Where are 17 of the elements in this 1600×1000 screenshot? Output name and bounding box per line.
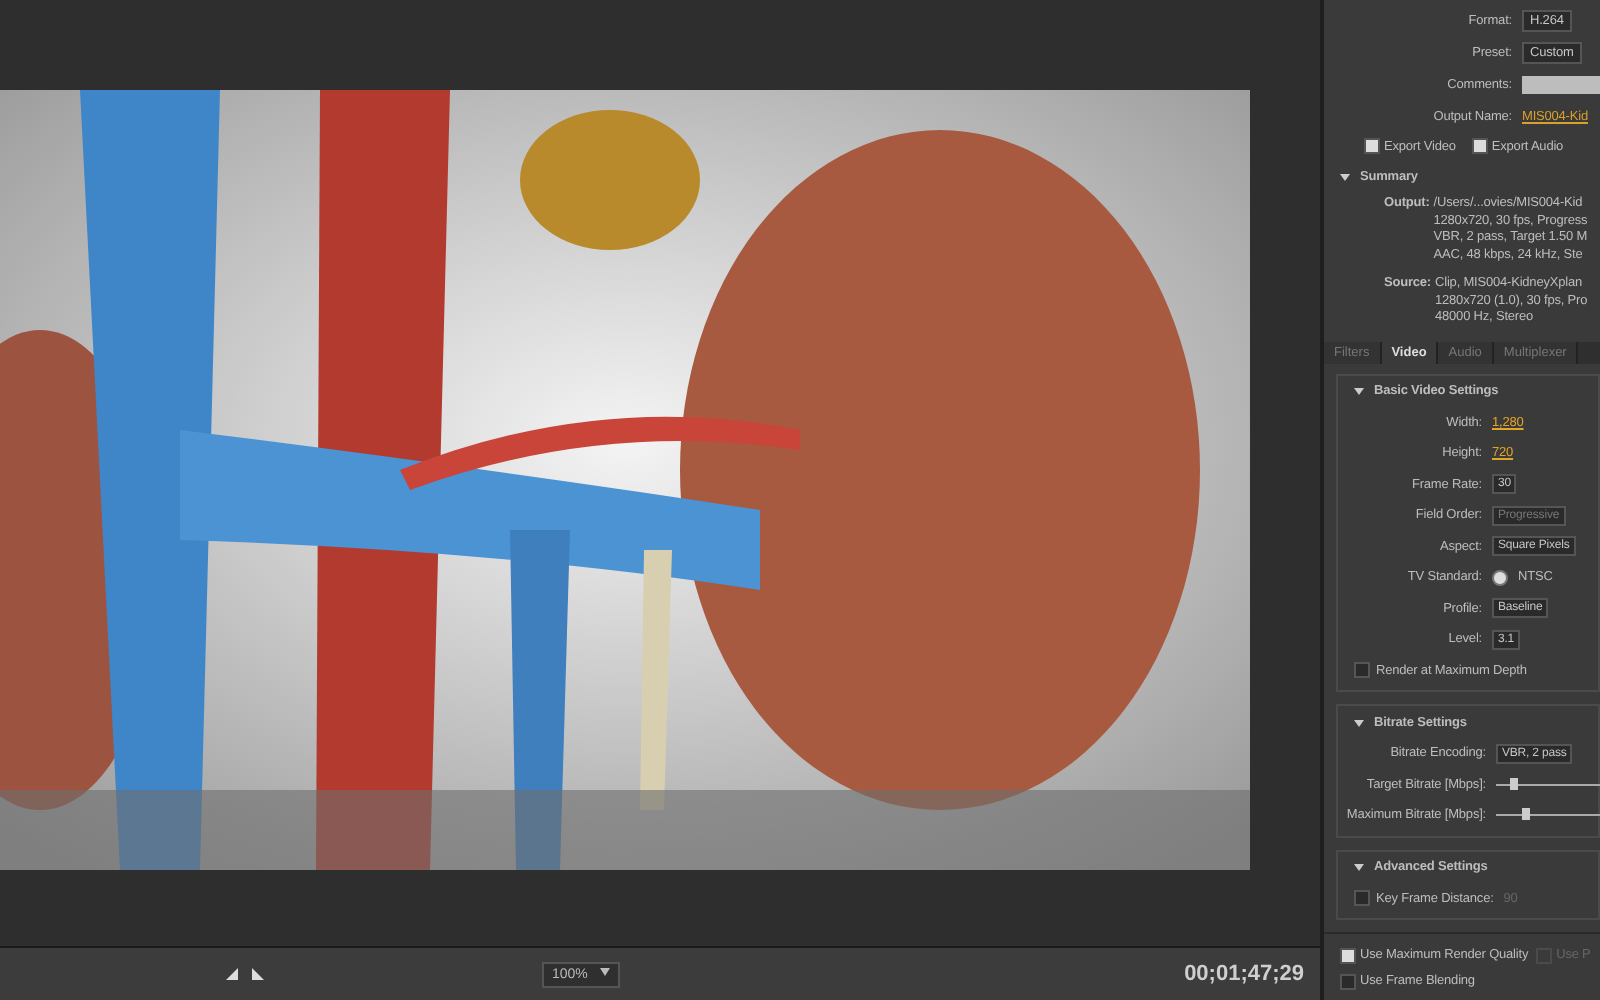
- slider-thumb[interactable]: [1522, 808, 1530, 821]
- disclosure-icon[interactable]: [1354, 386, 1364, 396]
- mark-in-icon[interactable]: [224, 966, 240, 982]
- radio-button[interactable]: [1492, 569, 1508, 586]
- checkbox[interactable]: [1340, 973, 1356, 989]
- disclosure-icon[interactable]: [1354, 862, 1364, 872]
- mark-out-icon[interactable]: [250, 966, 266, 982]
- checkbox[interactable]: [1354, 890, 1370, 907]
- checkbox[interactable]: [1340, 947, 1356, 963]
- disclosure-icon[interactable]: [1354, 717, 1364, 727]
- caret-icon: [599, 967, 610, 975]
- timecode: 00;01;47;29: [1184, 962, 1304, 986]
- checkbox[interactable]: [1364, 138, 1380, 154]
- slider-thumb[interactable]: [1510, 777, 1518, 790]
- disclosure-icon[interactable]: [1340, 171, 1350, 181]
- checkbox[interactable]: [1354, 662, 1370, 679]
- checkbox[interactable]: [1471, 138, 1488, 154]
